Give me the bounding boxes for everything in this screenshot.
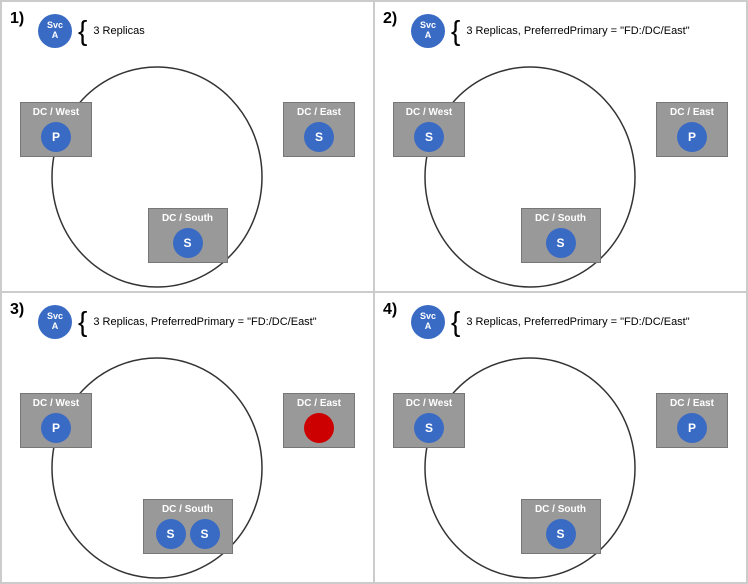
q2-node-west-s: S [414, 122, 444, 152]
q3-desc: 3 Replicas, PreferredPrimary = "FD:/DC/E… [93, 316, 316, 328]
q1-desc: 3 Replicas [93, 25, 144, 37]
q2-brace: { [451, 17, 460, 45]
q3-label: 3) [10, 301, 24, 319]
q4-dc-south-label: DC / South [535, 504, 586, 515]
q3-node-south-s1: S [156, 519, 186, 549]
q4-node-west-s: S [414, 413, 444, 443]
main-grid: 1) Svc A { 3 Replicas DC / West P DC / E… [0, 0, 748, 584]
q1-svc-circle: Svc A [38, 14, 72, 48]
q3-dc-east-label: DC / East [297, 398, 341, 409]
q4-dc-east: DC / East P [656, 393, 728, 448]
q4-svc-group: Svc A { 3 Replicas, PreferredPrimary = "… [411, 305, 690, 339]
q4-dc-south: DC / South S [521, 499, 601, 554]
q1-brace: { [78, 17, 87, 45]
q2-dc-south: DC / South S [521, 208, 601, 263]
q1-dc-east-label: DC / East [297, 107, 341, 118]
q1-dc-west: DC / West P [20, 102, 92, 157]
q3-brace: { [78, 308, 87, 336]
q3-south-nodes: S S [156, 519, 220, 549]
q1-svc-group: Svc A { 3 Replicas [38, 14, 145, 48]
q1-node-west-p: P [41, 122, 71, 152]
q3-svc-group: Svc A { 3 Replicas, PreferredPrimary = "… [38, 305, 317, 339]
q2-svc-circle: Svc A [411, 14, 445, 48]
q4-node-east-p: P [677, 413, 707, 443]
q3-dc-south: DC / South S S [143, 499, 233, 554]
quadrant-1: 1) Svc A { 3 Replicas DC / West P DC / E… [1, 1, 374, 292]
q1-dc-south-label: DC / South [162, 213, 213, 224]
quadrant-4: 4) Svc A { 3 Replicas, PreferredPrimary … [374, 292, 747, 583]
q2-node-south-s: S [546, 228, 576, 258]
q1-dc-west-label: DC / West [33, 107, 80, 118]
q4-node-south-s: S [546, 519, 576, 549]
q4-brace: { [451, 308, 460, 336]
q3-svc-line2: A [52, 322, 59, 332]
q4-desc: 3 Replicas, PreferredPrimary = "FD:/DC/E… [466, 316, 689, 328]
q2-label: 2) [383, 10, 397, 28]
q3-dc-east: DC / East [283, 393, 355, 448]
q4-dc-west: DC / West S [393, 393, 465, 448]
q3-dc-west: DC / West P [20, 393, 92, 448]
q4-svc-line2: A [425, 322, 432, 332]
q4-svc-circle: Svc A [411, 305, 445, 339]
q2-dc-west: DC / West S [393, 102, 465, 157]
quadrant-2: 2) Svc A { 3 Replicas, PreferredPrimary … [374, 1, 747, 292]
q1-node-south-s: S [173, 228, 203, 258]
q2-svc-line2: A [425, 31, 432, 41]
q4-label: 4) [383, 301, 397, 319]
q4-dc-east-label: DC / East [670, 398, 714, 409]
q2-dc-west-label: DC / West [406, 107, 453, 118]
q3-node-west-p: P [41, 413, 71, 443]
q1-svc-line2: A [52, 31, 59, 41]
q1-dc-south: DC / South S [148, 208, 228, 263]
q3-node-south-s2: S [190, 519, 220, 549]
q1-node-east-s: S [304, 122, 334, 152]
q1-dc-east: DC / East S [283, 102, 355, 157]
q2-svc-group: Svc A { 3 Replicas, PreferredPrimary = "… [411, 14, 690, 48]
q2-dc-south-label: DC / South [535, 213, 586, 224]
q3-dc-south-label: DC / South [162, 504, 213, 515]
q2-node-east-p: P [677, 122, 707, 152]
q1-label: 1) [10, 10, 24, 28]
q4-dc-west-label: DC / West [406, 398, 453, 409]
q2-desc: 3 Replicas, PreferredPrimary = "FD:/DC/E… [466, 25, 689, 37]
q3-svc-circle: Svc A [38, 305, 72, 339]
quadrant-3: 3) Svc A { 3 Replicas, PreferredPrimary … [1, 292, 374, 583]
q3-node-east-red [304, 413, 334, 443]
q3-dc-west-label: DC / West [33, 398, 80, 409]
q2-dc-east: DC / East P [656, 102, 728, 157]
q2-dc-east-label: DC / East [670, 107, 714, 118]
